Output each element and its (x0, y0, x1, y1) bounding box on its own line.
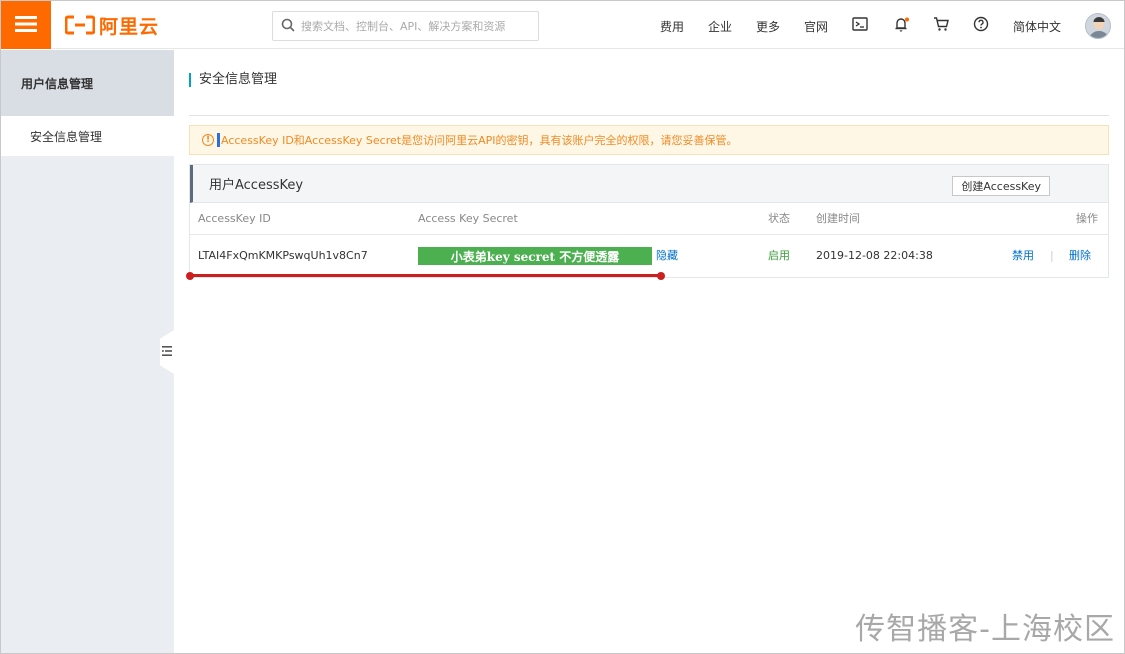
column-header-secret: Access Key Secret (418, 212, 518, 225)
watermark: 传智播客-上海校区 (855, 612, 1115, 647)
nav-official-site[interactable]: 官网 (804, 18, 828, 35)
page-title: 安全信息管理 (189, 73, 277, 87)
nav-enterprise[interactable]: 企业 (708, 18, 732, 35)
sidebar: 用户信息管理 安全信息管理 (1, 50, 174, 653)
panel-header: 用户AccessKey 创建AccessKey (190, 165, 1108, 203)
text-cursor (217, 133, 220, 147)
column-header-actions: 操作 (1076, 212, 1098, 225)
search-icon (281, 18, 295, 35)
menu-icon (15, 15, 37, 36)
disable-link[interactable]: 禁用 (1012, 235, 1034, 277)
warning-icon: ! (202, 134, 214, 146)
action-separator: | (1050, 249, 1054, 262)
sidebar-title: 用户信息管理 (1, 50, 174, 116)
panel-title: 用户AccessKey (209, 178, 304, 193)
column-header-status: 状态 (768, 212, 790, 225)
secret-redaction-overlay: 小表弟key secret 不方便透露 (418, 247, 652, 265)
title-divider (189, 115, 1109, 116)
status-badge: 启用 (768, 249, 790, 262)
nav-fees[interactable]: 费用 (660, 18, 684, 35)
delete-link[interactable]: 删除 (1069, 235, 1091, 277)
hide-secret-link[interactable]: 隐藏 (656, 235, 678, 277)
table-header: AccessKey ID Access Key Secret 状态 创建时间 操… (190, 203, 1108, 235)
bell-icon[interactable] (893, 16, 910, 36)
table-row: LTAI4FxQmKMKPswqUh1v8Cn7 小表弟key secret 不… (190, 235, 1108, 277)
logo-text: 阿里云 (99, 15, 160, 38)
cart-icon[interactable] (933, 16, 950, 35)
aliyun-logo[interactable]: 阿里云 (64, 13, 160, 38)
language-switch[interactable]: 简体中文 (1013, 18, 1061, 35)
sidebar-item-security-info[interactable]: 安全信息管理 (1, 116, 174, 156)
column-header-created: 创建时间 (816, 212, 860, 225)
annotation-dot-left (186, 272, 194, 280)
help-icon[interactable] (973, 16, 989, 35)
created-time: 2019-12-08 22:04:38 (816, 249, 933, 262)
accesskey-panel: 用户AccessKey 创建AccessKey AccessKey ID Acc… (189, 164, 1109, 278)
aliyun-logo-icon (64, 15, 96, 35)
search-input[interactable] (301, 13, 538, 39)
create-accesskey-button[interactable]: 创建AccessKey (952, 176, 1050, 196)
annotation-underline (189, 274, 663, 277)
accesskey-id: LTAI4FxQmKMKPswqUh1v8Cn7 (198, 249, 368, 262)
terminal-icon[interactable] (852, 16, 868, 35)
alert-text: AccessKey ID和AccessKey Secret是您访问阿里云API的… (221, 134, 738, 147)
annotation-dot-right (657, 272, 665, 280)
security-alert: ! AccessKey ID和AccessKey Secret是您访问阿里云AP… (189, 125, 1109, 155)
main-content: 安全信息管理 ! AccessKey ID和AccessKey Secret是您… (174, 50, 1124, 653)
top-navigation-bar: 阿里云 费用 企业 更多 官网 简体中文 (1, 1, 1124, 49)
list-collapse-icon (162, 345, 172, 360)
menu-button[interactable] (1, 1, 51, 49)
search-box[interactable] (272, 11, 539, 41)
column-header-id: AccessKey ID (198, 212, 271, 225)
avatar[interactable] (1085, 13, 1111, 39)
nav-more[interactable]: 更多 (756, 18, 780, 35)
